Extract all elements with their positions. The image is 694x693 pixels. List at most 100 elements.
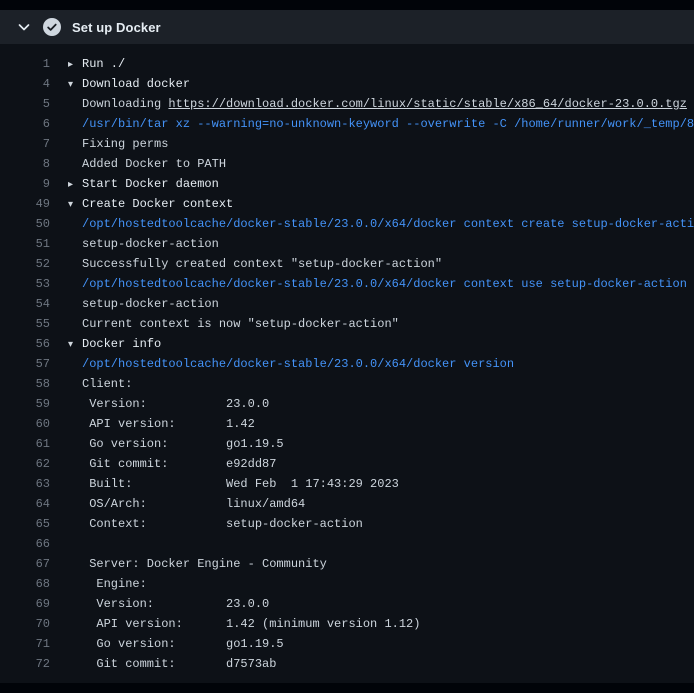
line-number[interactable]: 57: [0, 354, 50, 374]
log-line: 64 OS/Arch: linux/amd64: [0, 494, 694, 514]
line-number[interactable]: 61: [0, 434, 50, 454]
line-number[interactable]: 8: [0, 154, 50, 174]
log-line-text: setup-docker-action: [82, 297, 219, 311]
line-number[interactable]: 53: [0, 274, 50, 294]
line-number[interactable]: 7: [0, 134, 50, 154]
line-number[interactable]: 63: [0, 474, 50, 494]
log-line-text: Download docker: [82, 77, 190, 91]
log-line-text: Server: Docker Engine - Community: [82, 557, 327, 571]
log-line-text: Client:: [82, 377, 132, 391]
log-line: 5Downloading https://download.docker.com…: [0, 94, 694, 114]
log-text: API version: 1.42: [50, 414, 255, 434]
log-text: Successfully created context "setup-dock…: [50, 254, 442, 274]
log-line: 69 Version: 23.0.0: [0, 594, 694, 614]
line-number[interactable]: 5: [0, 94, 50, 114]
log-line[interactable]: 1 ▸Run ./: [0, 54, 694, 74]
line-number[interactable]: 60: [0, 414, 50, 434]
log-link[interactable]: https://download.docker.com/linux/static…: [168, 97, 686, 111]
line-number[interactable]: 54: [0, 294, 50, 314]
step-title: Set up Docker: [72, 20, 161, 35]
log-line: 53/opt/hostedtoolcache/docker-stable/23.…: [0, 274, 694, 294]
line-number[interactable]: 1: [0, 54, 50, 74]
line-number[interactable]: 64: [0, 494, 50, 514]
triangle-right-icon: ▸: [68, 175, 82, 195]
check-circle-icon: [43, 18, 61, 36]
line-number[interactable]: 6: [0, 114, 50, 134]
log-text: Server: Docker Engine - Community: [50, 554, 327, 574]
log-text: Built: Wed Feb 1 17:43:29 2023: [50, 474, 399, 494]
log-text: Downloading https://download.docker.com/…: [50, 94, 687, 114]
line-number[interactable]: 68: [0, 574, 50, 594]
line-number[interactable]: 4: [0, 74, 50, 94]
line-number[interactable]: 62: [0, 454, 50, 474]
line-number[interactable]: 66: [0, 534, 50, 554]
log-line: 51setup-docker-action: [0, 234, 694, 254]
line-number[interactable]: 56: [0, 334, 50, 354]
step-header[interactable]: Set up Docker: [0, 10, 694, 44]
triangle-right-icon: ▸: [68, 55, 82, 75]
log-line: 60 API version: 1.42: [0, 414, 694, 434]
chevron-down-icon[interactable]: [16, 19, 32, 35]
log-line: 8 Added Docker to PATH: [0, 154, 694, 174]
line-number[interactable]: 51: [0, 234, 50, 254]
log-line-text: /opt/hostedtoolcache/docker-stable/23.0.…: [82, 217, 694, 231]
log-container[interactable]: 1▸Run ./4▾Download docker5Downloading ht…: [0, 44, 694, 683]
log-line[interactable]: 49▾Create Docker context: [0, 194, 694, 214]
line-number[interactable]: 69: [0, 594, 50, 614]
log-text: [50, 534, 82, 554]
log-line[interactable]: 9▸Start Docker daemon: [0, 174, 694, 194]
log-text: API version: 1.42 (minimum version 1.12): [50, 614, 420, 634]
log-line: 68 Engine:: [0, 574, 694, 594]
log-text: ▾Docker info: [50, 334, 161, 354]
log-line: 62 Git commit: e92dd87: [0, 454, 694, 474]
log-text: setup-docker-action: [50, 234, 219, 254]
log-text: Engine:: [50, 574, 147, 594]
line-number[interactable]: 55: [0, 314, 50, 334]
log-line-text: Create Docker context: [82, 197, 233, 211]
log-line: 50/opt/hostedtoolcache/docker-stable/23.…: [0, 214, 694, 234]
log-text: Git commit: e92dd87: [50, 454, 276, 474]
line-number[interactable]: 72: [0, 654, 50, 674]
line-number[interactable]: 59: [0, 394, 50, 414]
log-text: /opt/hostedtoolcache/docker-stable/23.0.…: [50, 354, 514, 374]
line-number[interactable]: 65: [0, 514, 50, 534]
log-line: 66: [0, 534, 694, 554]
log-text: ▸Start Docker daemon: [50, 174, 219, 194]
line-number[interactable]: 9: [0, 174, 50, 194]
log-line-text: Successfully created context "setup-dock…: [82, 257, 442, 271]
log-text: Added Docker to PATH: [50, 154, 226, 174]
log-line-text: Git commit: e92dd87: [82, 457, 276, 471]
log-line[interactable]: 4 ▾Download docker: [0, 74, 694, 94]
log-text: Fixing perms: [50, 134, 168, 154]
log-line: 70 API version: 1.42 (minimum version 1.…: [0, 614, 694, 634]
log-line: 6/usr/bin/tar xz --warning=no-unknown-ke…: [0, 114, 694, 134]
log-line-text: API version: 1.42: [82, 417, 255, 431]
log-line-text: Go version: go1.19.5: [82, 637, 284, 651]
log-text: Current context is now "setup-docker-act…: [50, 314, 399, 334]
log-line[interactable]: 56▾Docker info: [0, 334, 694, 354]
line-number[interactable]: 58: [0, 374, 50, 394]
line-number[interactable]: 67: [0, 554, 50, 574]
log-line-text: Docker info: [82, 337, 161, 351]
line-number[interactable]: 71: [0, 634, 50, 654]
triangle-down-icon: ▾: [68, 75, 82, 95]
log-line-text: Current context is now "setup-docker-act…: [82, 317, 399, 331]
log-line-text: Built: Wed Feb 1 17:43:29 2023: [82, 477, 399, 491]
log-text: OS/Arch: linux/amd64: [50, 494, 305, 514]
line-number[interactable]: 50: [0, 214, 50, 234]
line-number[interactable]: 70: [0, 614, 50, 634]
log-line: 57/opt/hostedtoolcache/docker-stable/23.…: [0, 354, 694, 374]
log-line-text: /opt/hostedtoolcache/docker-stable/23.0.…: [82, 277, 687, 291]
log-line-text: /usr/bin/tar xz --warning=no-unknown-key…: [82, 117, 694, 131]
log-line: 61 Go version: go1.19.5: [0, 434, 694, 454]
log-line-text: Added Docker to PATH: [82, 157, 226, 171]
log-line: 72 Git commit: d7573ab: [0, 654, 694, 674]
log-text: /usr/bin/tar xz --warning=no-unknown-key…: [50, 114, 694, 134]
log-line-text: /opt/hostedtoolcache/docker-stable/23.0.…: [82, 357, 514, 371]
log-line-text: Run ./: [82, 57, 125, 71]
line-number[interactable]: 52: [0, 254, 50, 274]
log-line: 59 Version: 23.0.0: [0, 394, 694, 414]
log-text: /opt/hostedtoolcache/docker-stable/23.0.…: [50, 274, 687, 294]
log-line: 65 Context: setup-docker-action: [0, 514, 694, 534]
line-number[interactable]: 49: [0, 194, 50, 214]
